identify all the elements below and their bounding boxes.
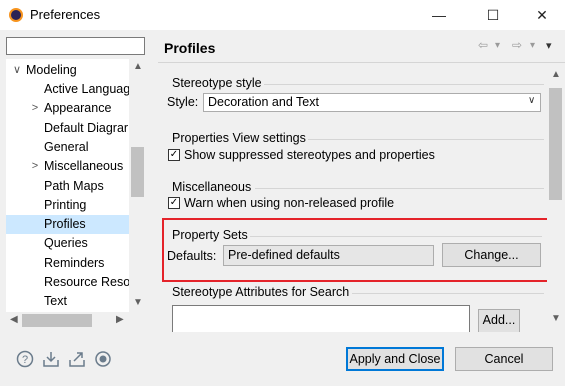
miscellaneous-group-label: Miscellaneous [172,180,252,194]
tree-item-label: Resource Resol [44,275,133,289]
stereotype-attributes-group-label: Stereotype Attributes for Search [172,285,350,299]
back-menu-icon[interactable]: ▾ [495,40,500,51]
group-divider [264,84,544,85]
close-button[interactable]: ✕ [519,0,565,30]
scroll-right-icon[interactable]: ▶ [116,314,124,325]
preference-tree: ∨ Modeling Active Languag > Appearance Defa… [6,59,146,312]
tree-item-label: Default Diagrar [44,120,129,135]
show-suppressed-label: Show suppressed stereotypes and properti… [184,148,435,162]
filter-input[interactable] [6,37,145,55]
eclipse-app-icon [9,8,23,22]
warn-non-released-label: Warn when using non-released profile [184,196,395,210]
tree-item-label: General [44,139,89,154]
checkmark-icon: ✓ [169,149,179,160]
tree-item[interactable]: Path Maps [6,177,129,196]
group-divider [352,293,544,294]
forward-icon[interactable]: ⇨ [512,38,522,52]
tree-item[interactable]: Profiles [6,215,129,235]
show-suppressed-checkbox[interactable]: ✓ [168,149,180,161]
tree-scroll-thumb[interactable] [131,147,144,197]
style-label: Style: [167,95,199,109]
import-icon[interactable] [42,350,60,368]
chevron-right-icon[interactable]: > [30,157,40,176]
scroll-up-icon[interactable]: ▲ [551,69,561,80]
maximize-button[interactable]: ☐ [470,0,516,30]
scroll-left-icon[interactable]: ◀ [10,314,18,325]
tree-item-modeling[interactable]: ∨ Modeling [6,61,129,80]
tree-item[interactable]: Text [6,292,129,311]
apply-and-close-button[interactable]: Apply and Close [346,347,444,371]
tree-item[interactable]: General [6,138,129,157]
tree-item[interactable]: > Miscellaneous [6,157,129,176]
tree-item-label: Reminders [44,255,105,270]
add-button[interactable]: Add... [478,309,520,332]
record-icon[interactable] [94,350,112,368]
chevron-down-icon[interactable]: ∨ [12,61,22,80]
forward-menu-icon[interactable]: ▾ [530,40,535,51]
scroll-up-icon[interactable]: ▲ [133,61,143,72]
style-combo-value: Decoration and Text [208,95,319,109]
style-combo[interactable]: Decoration and Text [203,93,541,112]
highlight-box [162,218,549,282]
tree-item[interactable]: Reminders [6,254,129,273]
tree-hscroll-thumb[interactable] [22,314,92,327]
tree-item-label: Miscellaneous [44,159,124,174]
view-menu-icon[interactable]: ▾ [546,39,552,52]
tree-item[interactable]: Queries [6,234,129,253]
export-icon[interactable] [68,350,86,368]
tree-item-label: Profiles [44,217,86,232]
cancel-button[interactable]: Cancel [455,347,553,371]
properties-view-group-label: Properties View settings [172,131,306,145]
tree-item-label: Appearance [44,101,112,116]
header-separator [158,62,565,63]
scroll-down-icon[interactable]: ▼ [551,313,561,324]
group-divider [255,188,544,189]
back-icon[interactable]: ⇦ [478,38,488,52]
tree-item[interactable]: Resource Resol [6,273,133,292]
page-title: Profiles [164,40,216,56]
tree-item-label: Active Languag [44,82,131,96]
chevron-down-icon[interactable]: ∨ [528,95,535,106]
tree-item[interactable]: Active Languag [6,80,131,99]
tree-item-label: Text [44,294,67,309]
window-title: Preferences [30,7,101,22]
tree-item-label: Modeling [26,63,77,77]
scroll-down-icon[interactable]: ▼ [133,297,143,308]
tree-item-label: Path Maps [44,178,104,193]
stereotype-style-group-label: Stereotype style [172,76,262,90]
tree-item[interactable]: > Appearance [6,99,129,118]
group-divider [308,139,544,140]
help-icon[interactable]: ? [16,350,34,368]
tree-item[interactable]: Default Diagrar [6,119,129,138]
tree-item[interactable]: Printing [6,196,129,215]
checkmark-icon: ✓ [169,197,179,208]
page-scroll-thumb[interactable] [549,88,562,200]
svg-text:?: ? [22,354,28,366]
tree-item-label: Printing [44,197,87,212]
warn-non-released-checkbox[interactable]: ✓ [168,197,180,209]
stereotype-attributes-list[interactable] [172,305,470,332]
minimize-button[interactable]: — [416,0,462,30]
tree-item-label: Queries [44,236,88,251]
chevron-right-icon[interactable]: > [30,99,40,118]
